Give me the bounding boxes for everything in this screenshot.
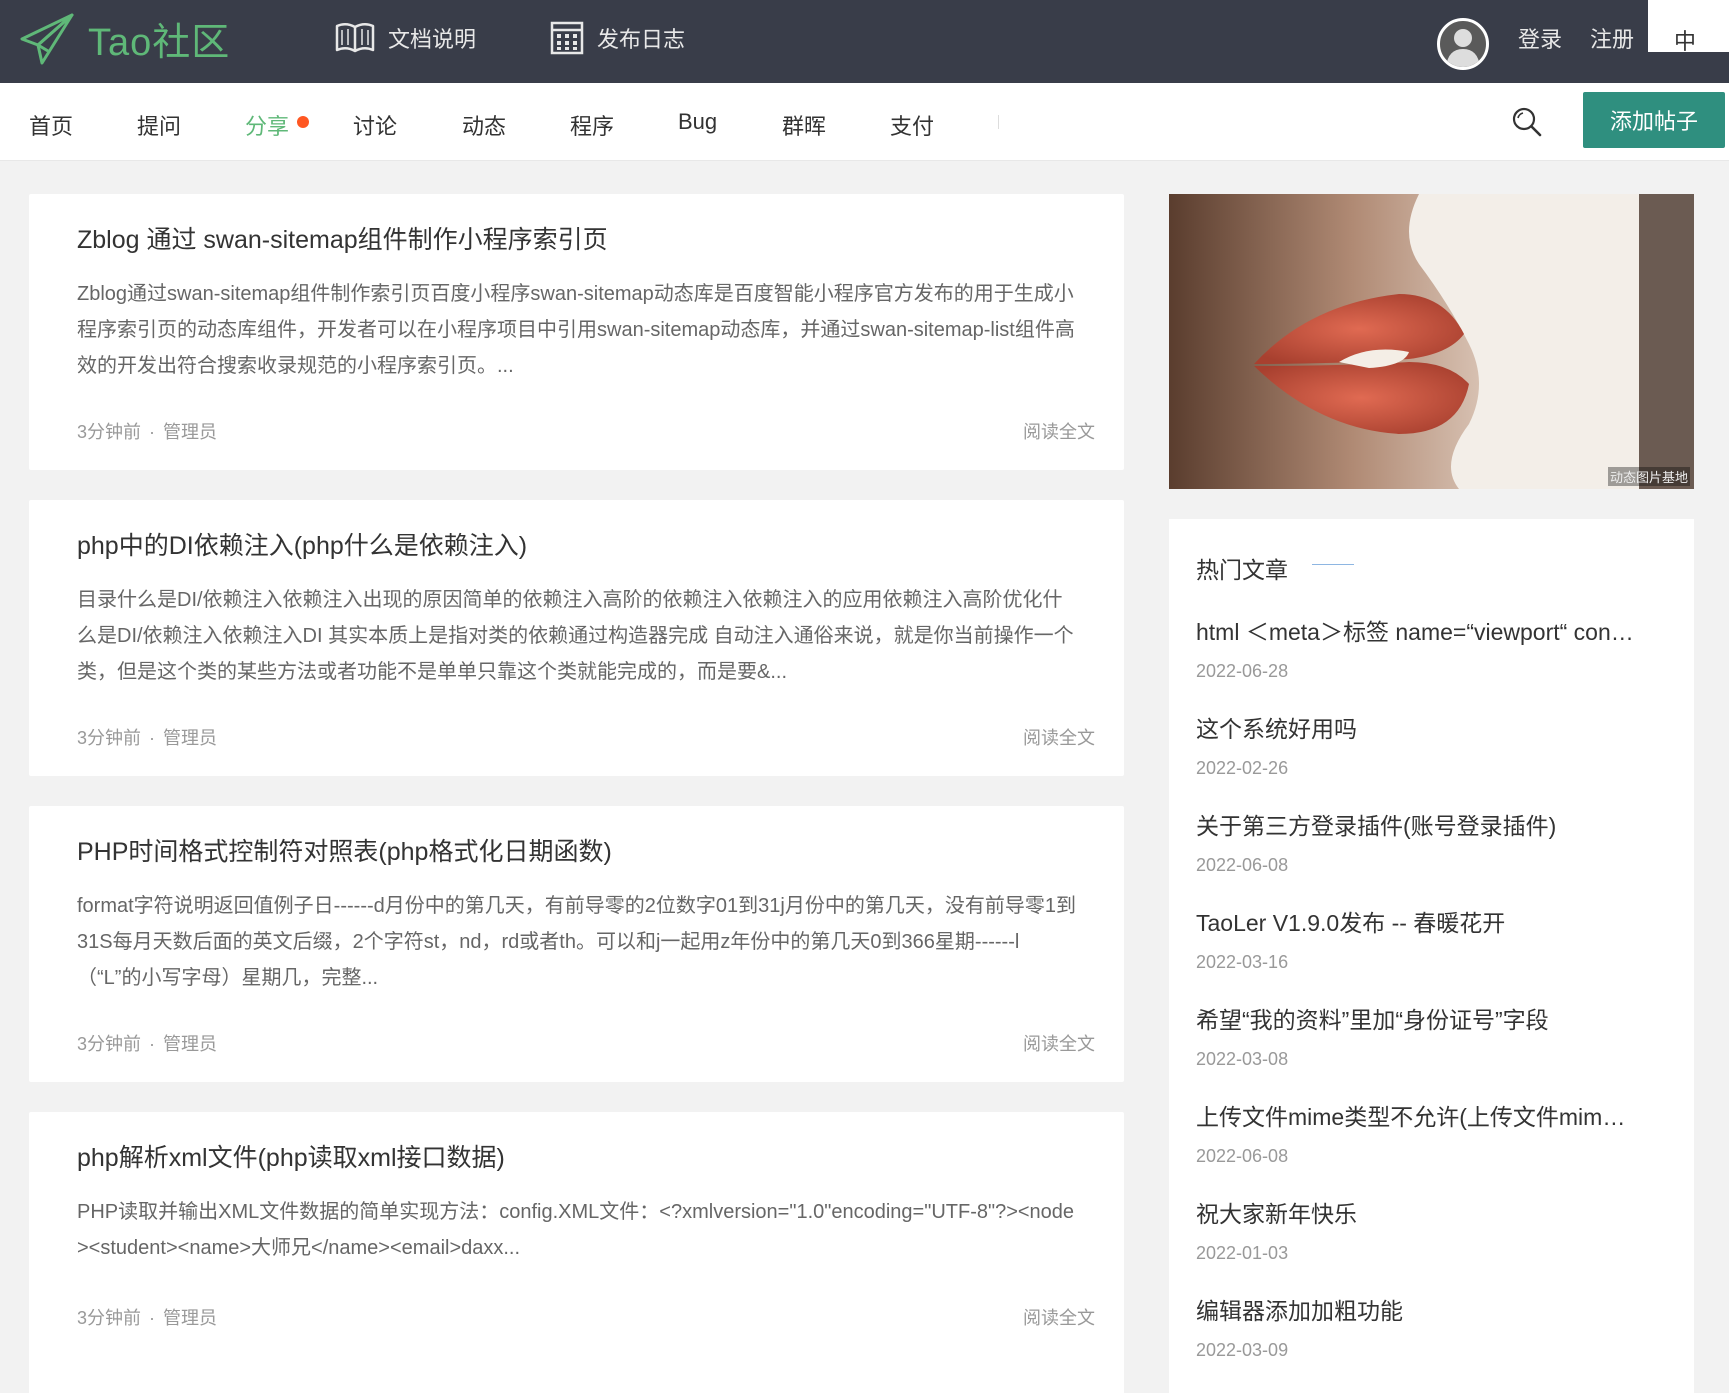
post-title[interactable]: Zblog 通过 swan-sitemap组件制作小程序索引页 xyxy=(77,220,608,256)
post-author[interactable]: 管理员 xyxy=(163,1308,217,1328)
logo-text: Tao社区 xyxy=(88,21,231,64)
post-meta: 3分钟前 · 管理员 xyxy=(77,1308,218,1328)
hot-article-title[interactable]: 这个系统好用吗 xyxy=(1196,710,1636,744)
calendar-icon xyxy=(550,21,584,55)
hot-article-title[interactable]: 关于第三方登录插件(账号登录插件) xyxy=(1196,807,1636,841)
post-author[interactable]: 管理员 xyxy=(163,422,217,442)
post-time: 3分钟前 xyxy=(77,422,142,442)
hot-article-title[interactable]: TaoLer V1.9.0发布 -- 春暖花开 xyxy=(1196,904,1636,938)
nav-item-discuss[interactable]: 讨论 xyxy=(353,109,397,141)
hot-article-title[interactable]: 希望“我的资料”里加“身份证号”字段 xyxy=(1196,1001,1636,1035)
hot-article-date: 2022-02-26 xyxy=(1196,758,1289,778)
post-card: Zblog 通过 swan-sitemap组件制作小程序索引页 Zblog通过s… xyxy=(29,194,1124,470)
nav-item-synology[interactable]: 群晖 xyxy=(782,109,826,141)
site-logo[interactable]: Tao社区 xyxy=(18,8,230,68)
nav-divider xyxy=(998,115,999,129)
post-time: 3分钟前 xyxy=(77,1034,142,1054)
top-header: Tao社区 文档说明 发布日志 登录 注册 中 xyxy=(0,0,1729,83)
post-time: 3分钟前 xyxy=(77,728,142,748)
login-link[interactable]: 登录 xyxy=(1518,22,1562,54)
post-card xyxy=(29,1384,1124,1393)
post-meta: 3分钟前 · 管理员 xyxy=(77,1034,218,1054)
read-more-link[interactable]: 阅读全文 xyxy=(1023,1304,1095,1330)
post-card: PHP时间格式控制符对照表(php格式化日期函数) format字符说明返回值例… xyxy=(29,806,1124,1082)
changelog-link[interactable]: 发布日志 xyxy=(549,18,685,58)
post-title[interactable]: php解析xml文件(php读取xml接口数据) xyxy=(77,1138,505,1174)
docs-label: 文档说明 xyxy=(388,27,477,52)
title-accent-line xyxy=(1312,564,1354,565)
hot-dot-indicator xyxy=(297,116,309,128)
nav-item-payment[interactable]: 支付 xyxy=(890,109,934,141)
hot-article-date: 2022-01-03 xyxy=(1196,1243,1289,1263)
hot-article-date: 2022-06-08 xyxy=(1196,855,1289,875)
hot-articles-panel: 热门文章 html ＜meta＞标签 name=“viewport“ conte… xyxy=(1169,519,1694,1393)
hot-article-title[interactable]: 编辑器添加加粗功能 xyxy=(1196,1292,1636,1326)
post-card: php解析xml文件(php读取xml接口数据) PHP读取并输出XML文件数据… xyxy=(29,1112,1124,1388)
hot-article-item: 关于第三方登录插件(账号登录插件) 2022-06-08 xyxy=(1196,807,1636,876)
hot-article-date: 2022-03-08 xyxy=(1196,1049,1289,1069)
post-card: php中的DI依赖注入(php什么是依赖注入) 目录什么是DI/依赖注入依赖注入… xyxy=(29,500,1124,776)
read-more-link[interactable]: 阅读全文 xyxy=(1023,418,1095,444)
paper-plane-icon xyxy=(20,13,74,65)
hot-article-item: TaoLer V1.9.0发布 -- 春暖花开 2022-03-16 xyxy=(1196,904,1636,973)
hot-article-item: 上传文件mime类型不允许(上传文件mime类型) 2022-06-08 xyxy=(1196,1098,1636,1167)
post-excerpt: Zblog通过swan-sitemap组件制作索引页百度小程序swan-site… xyxy=(77,283,1075,377)
hot-article-date: 2022-03-09 xyxy=(1196,1340,1289,1360)
hot-article-item: html ＜meta＞标签 name=“viewport“ content=“w… xyxy=(1196,613,1636,682)
hot-article-item: 祝大家新年快乐 2022-01-03 xyxy=(1196,1195,1636,1264)
user-avatar-icon[interactable] xyxy=(1437,18,1489,70)
register-link[interactable]: 注册 xyxy=(1590,22,1634,54)
post-excerpt: format字符说明返回值例子日------d月份中的第几天，有前导零的2位数字… xyxy=(77,895,1076,989)
language-switch[interactable]: 中 xyxy=(1648,0,1729,52)
hot-article-title[interactable]: html ＜meta＞标签 name=“viewport“ content=“w… xyxy=(1196,613,1636,647)
add-post-button[interactable]: 添加帖子 xyxy=(1583,92,1725,148)
hot-article-item: 希望“我的资料”里加“身份证号”字段 2022-03-08 xyxy=(1196,1001,1636,1070)
post-time: 3分钟前 xyxy=(77,1308,142,1328)
hot-article-item: 这个系统好用吗 2022-02-26 xyxy=(1196,710,1636,779)
hot-article-date: 2022-06-08 xyxy=(1196,1146,1289,1166)
post-excerpt: 目录什么是DI/依赖注入依赖注入出现的原因简单的依赖注入高阶的依赖注入依赖注入的… xyxy=(77,589,1074,683)
nav-item-home[interactable]: 首页 xyxy=(29,109,73,141)
hot-article-item: 编辑器添加加粗功能 2022-03-09 xyxy=(1196,1292,1636,1361)
image-watermark: 动态图片基地 xyxy=(1607,467,1690,486)
book-icon xyxy=(335,23,375,53)
post-author[interactable]: 管理员 xyxy=(163,1034,217,1054)
read-more-link[interactable]: 阅读全文 xyxy=(1023,1030,1095,1056)
hot-articles-title: 热门文章 xyxy=(1196,557,1288,583)
category-nav: 首页 提问 分享 讨论 动态 程序 Bug 群晖 支付 添加帖子 xyxy=(0,83,1729,161)
nav-item-programs[interactable]: 程序 xyxy=(570,109,614,141)
post-meta: 3分钟前 · 管理员 xyxy=(77,422,218,442)
hot-article-title[interactable]: 上传文件mime类型不允许(上传文件mime类型) xyxy=(1196,1098,1636,1132)
nav-item-news[interactable]: 动态 xyxy=(462,109,506,141)
post-meta: 3分钟前 · 管理员 xyxy=(77,728,218,748)
read-more-link[interactable]: 阅读全文 xyxy=(1023,724,1095,750)
hot-article-date: 2022-03-16 xyxy=(1196,952,1289,972)
sidebar-banner-image[interactable]: 动态图片基地 xyxy=(1169,194,1694,489)
post-author[interactable]: 管理员 xyxy=(163,728,217,748)
nav-item-share[interactable]: 分享 xyxy=(245,109,289,141)
nav-item-bug[interactable]: Bug xyxy=(678,109,717,135)
hot-article-title[interactable]: 祝大家新年快乐 xyxy=(1196,1195,1636,1229)
changelog-label: 发布日志 xyxy=(597,27,686,52)
nav-item-questions[interactable]: 提问 xyxy=(137,109,181,141)
post-title[interactable]: PHP时间格式控制符对照表(php格式化日期函数) xyxy=(77,832,612,868)
post-excerpt: PHP读取并输出XML文件数据的简单实现方法：config.XML文件：<?xm… xyxy=(77,1201,1075,1259)
docs-link[interactable]: 文档说明 xyxy=(334,18,476,58)
hot-article-date: 2022-06-28 xyxy=(1196,661,1289,681)
search-icon[interactable] xyxy=(1510,105,1544,139)
post-title[interactable]: php中的DI依赖注入(php什么是依赖注入) xyxy=(77,526,527,562)
